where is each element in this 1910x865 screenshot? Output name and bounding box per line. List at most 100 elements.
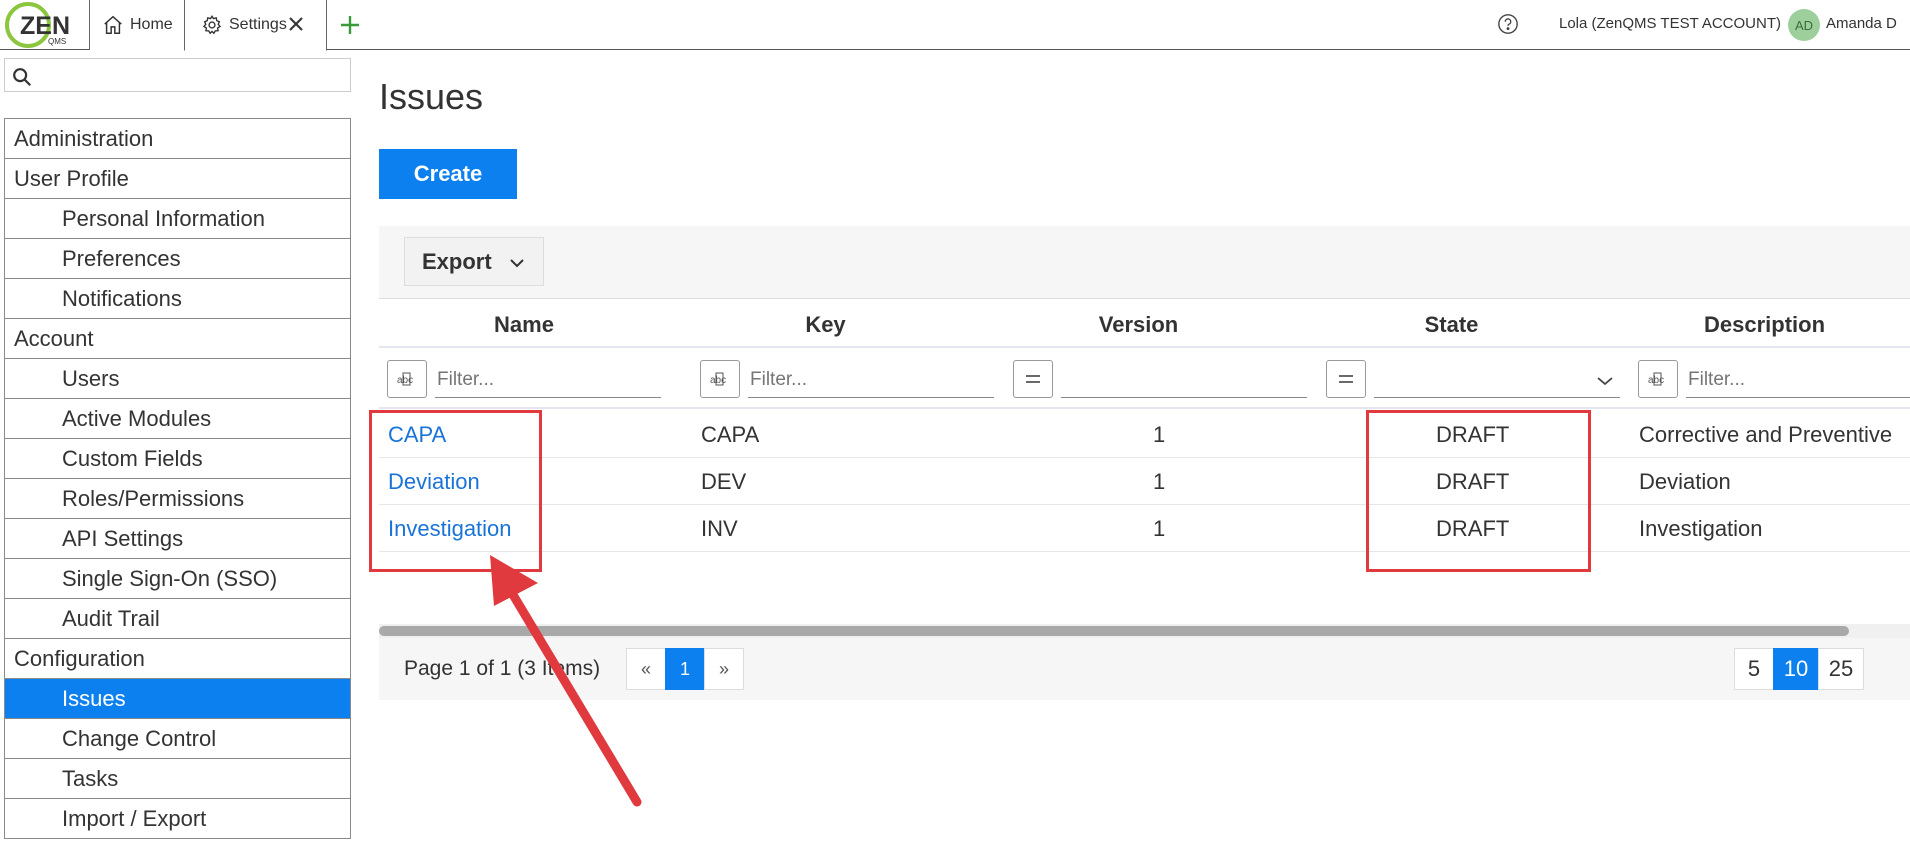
text-filter-icon: abc: [397, 372, 413, 386]
issue-description: Investigation: [1639, 516, 1763, 541]
sidebar-item-label: Personal Information: [62, 205, 265, 231]
tab-settings-label: Settings: [229, 16, 287, 33]
column-header-key[interactable]: Key: [669, 312, 982, 338]
key-filter-operator[interactable]: abc: [700, 360, 740, 398]
export-label: Export: [422, 248, 492, 274]
sidebar-item-active-modules[interactable]: Active Modules: [5, 399, 350, 439]
description-filter-input[interactable]: [1686, 362, 1910, 398]
issue-version: 1: [1153, 422, 1166, 447]
account-name[interactable]: Lola (ZenQMS TEST ACCOUNT): [1559, 15, 1781, 32]
state-filter-operator[interactable]: [1326, 360, 1366, 398]
avatar-initials: AD: [1794, 17, 1814, 33]
table-row: CAPA CAPA 1 DRAFT Corrective and Prevent…: [379, 411, 1910, 458]
create-button[interactable]: Create: [379, 149, 517, 199]
help-icon[interactable]: [1497, 13, 1519, 35]
sidebar-item-notifications[interactable]: Notifications: [5, 279, 350, 319]
page-size-25-button[interactable]: 25: [1818, 648, 1864, 690]
sidebar-item-label: Configuration: [14, 645, 145, 671]
sidebar-item-label: Roles/Permissions: [62, 485, 245, 511]
user-name[interactable]: Amanda D: [1826, 15, 1897, 32]
settings-nav: Administration User Profile Personal Infor…: [4, 118, 351, 839]
pager-info: Page 1 of 1 (3 Items): [404, 657, 601, 680]
version-filter-input[interactable]: [1061, 362, 1307, 398]
sidebar-item-label: Single Sign-On (SSO): [62, 565, 278, 591]
sidebar-item-personal-information[interactable]: Personal Information: [5, 199, 350, 239]
logo-subtext: QMS: [48, 37, 66, 46]
top-bar: ZEN QMS Home Settings Lola (ZenQMS TEST …: [0, 0, 1910, 51]
issue-key: DEV: [701, 469, 747, 494]
version-filter-operator[interactable]: [1013, 360, 1053, 398]
page-size-10-button[interactable]: 10: [1773, 648, 1819, 690]
current-page-label: 1: [679, 658, 690, 679]
description-filter-operator[interactable]: abc: [1638, 360, 1678, 398]
page-1-button[interactable]: 1: [665, 648, 705, 690]
sidebar-item-label: Custom Fields: [62, 445, 203, 471]
sidebar-item-single-sign-on-sso[interactable]: Single Sign-On (SSO): [5, 559, 350, 599]
issue-version: 1: [1153, 516, 1166, 541]
sidebar-item-label: Account: [14, 325, 94, 351]
sidebar-item-preferences[interactable]: Preferences: [5, 239, 350, 279]
column-header-name[interactable]: Name: [379, 312, 669, 338]
sidebar-item-label: Active Modules: [62, 405, 212, 431]
filter-row: abc abc abc: [379, 350, 1910, 409]
tab-settings[interactable]: Settings: [184, 0, 327, 51]
next-page-label: »: [718, 658, 729, 679]
sidebar-search[interactable]: [4, 58, 351, 92]
horizontal-scrollbar[interactable]: [379, 624, 1910, 638]
avatar[interactable]: AD: [1788, 9, 1820, 41]
sidebar-item-change-control[interactable]: Change Control: [5, 719, 350, 759]
sidebar-item-audit-trail[interactable]: Audit Trail: [5, 599, 350, 639]
sidebar-item-roles-permissions[interactable]: Roles/Permissions: [5, 479, 350, 519]
highlight-box-name-column: [369, 410, 542, 572]
sidebar-item-issues[interactable]: Issues: [5, 679, 350, 719]
grid-header: Name Key Version State Description: [379, 300, 1910, 348]
column-header-state[interactable]: State: [1295, 312, 1608, 338]
sidebar-item-label: API Settings: [62, 525, 184, 551]
search-input[interactable]: [39, 63, 339, 87]
page-size-label: 25: [1828, 656, 1854, 681]
name-filter-operator[interactable]: abc: [387, 360, 427, 398]
sidebar-item-administration[interactable]: Administration: [5, 119, 350, 159]
issue-description: Corrective and Preventive: [1639, 422, 1893, 447]
sidebar-item-label: Users: [62, 365, 120, 391]
svg-text:abc: abc: [397, 375, 413, 386]
name-filter-input[interactable]: [435, 362, 661, 398]
sidebar-item-tasks[interactable]: Tasks: [5, 759, 350, 799]
export-button[interactable]: Export: [404, 237, 544, 286]
svg-text:abc: abc: [1648, 375, 1664, 386]
sidebar-item-label: Tasks: [62, 765, 119, 791]
sidebar-item-users[interactable]: Users: [5, 359, 350, 399]
gear-icon: [202, 15, 222, 35]
sidebar-item-import-export[interactable]: Import / Export: [5, 799, 350, 839]
add-tab-icon[interactable]: [336, 11, 364, 39]
prev-page-button[interactable]: «: [626, 648, 666, 690]
page-size-5-button[interactable]: 5: [1734, 648, 1774, 690]
tab-home[interactable]: Home: [89, 0, 184, 50]
sidebar-item-api-settings[interactable]: API Settings: [5, 519, 350, 559]
chevron-down-icon: [1597, 377, 1613, 386]
sidebar-item-custom-fields[interactable]: Custom Fields: [5, 439, 350, 479]
table-row: Deviation DEV 1 DRAFT Deviation: [379, 458, 1910, 505]
text-filter-icon: abc: [1648, 372, 1664, 386]
text-filter-icon: abc: [710, 372, 726, 386]
highlight-box-state-column: [1366, 410, 1591, 572]
search-icon: [13, 68, 32, 87]
zenqms-logo[interactable]: ZEN QMS: [4, 2, 74, 48]
issue-key: INV: [701, 516, 738, 541]
equals-icon: [1339, 375, 1353, 383]
table-row: Investigation INV 1 DRAFT Investigation: [379, 505, 1910, 552]
column-header-description[interactable]: Description: [1608, 312, 1910, 338]
sidebar-item-account[interactable]: Account: [5, 319, 350, 359]
grid-toolbar: Export: [379, 226, 1910, 299]
sidebar-item-user-profile[interactable]: User Profile: [5, 159, 350, 199]
next-page-button[interactable]: »: [704, 648, 744, 690]
prev-page-label: «: [640, 658, 651, 679]
sidebar-item-configuration[interactable]: Configuration: [5, 639, 350, 679]
issue-description: Deviation: [1639, 469, 1731, 494]
key-filter-input[interactable]: [748, 362, 994, 398]
column-header-version[interactable]: Version: [982, 312, 1295, 338]
state-filter-select[interactable]: [1374, 362, 1620, 398]
equals-icon: [1026, 375, 1040, 383]
scrollbar-thumb[interactable]: [379, 626, 1849, 636]
close-tab-icon[interactable]: [286, 14, 306, 34]
